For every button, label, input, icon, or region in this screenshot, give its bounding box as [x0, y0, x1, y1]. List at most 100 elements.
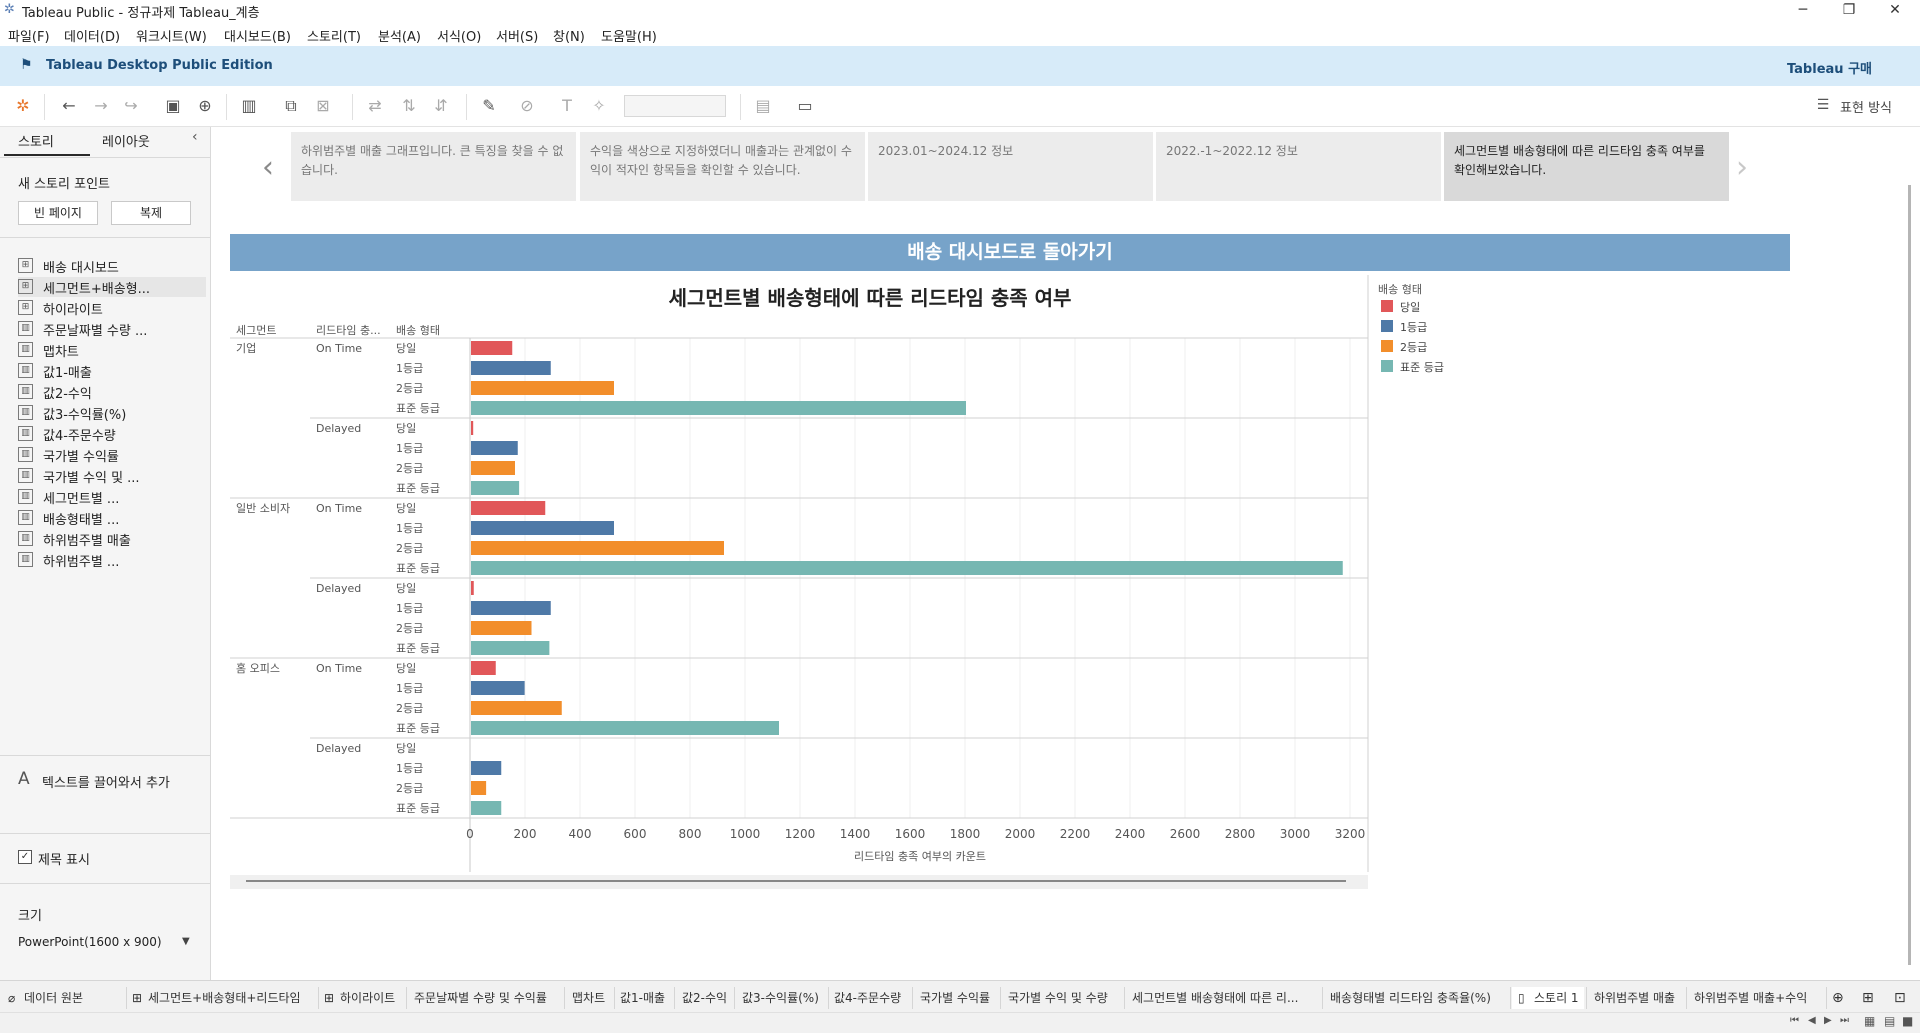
- bar: [471, 481, 520, 495]
- bar: [471, 621, 532, 635]
- bar: [471, 681, 525, 695]
- tab-country-profit-rate[interactable]: 국가별 수익률: [920, 987, 990, 1009]
- bar: [471, 581, 474, 595]
- tab-separator: [614, 987, 615, 1009]
- shipmode-label: 2등급: [396, 622, 423, 635]
- bar: [471, 421, 474, 435]
- bar: [471, 701, 562, 715]
- tab-profit[interactable]: 값2-수익: [682, 987, 727, 1009]
- x-tick-label: 2800: [1225, 827, 1256, 841]
- shipmode-label: 표준 등급: [396, 562, 440, 575]
- leadtime-label: On Time: [316, 662, 362, 675]
- shipmode-label: 1등급: [396, 682, 423, 695]
- shipmode-label: 표준 등급: [396, 642, 440, 655]
- shipmode-label: 1등급: [396, 522, 423, 535]
- nav-prev-icon[interactable]: ◀: [1808, 1015, 1816, 1026]
- tab-country-profit-qty[interactable]: 국가별 수익 및 수량: [1008, 987, 1108, 1009]
- segment-label: 홈 오피스: [236, 661, 280, 675]
- tab-story-1-active[interactable]: ▯ 스토리 1: [1512, 987, 1584, 1009]
- legend-title: 배송 형태: [1378, 283, 1422, 296]
- tab-dashboard-icon: ⊞: [132, 991, 143, 1005]
- tab-segment-shipping[interactable]: 세그먼트+배송형태+리드타임: [148, 987, 301, 1009]
- tab-highlight[interactable]: 하이라이트: [340, 987, 395, 1009]
- legend-swatch: [1381, 300, 1393, 312]
- tab-order-date[interactable]: 주문날짜별 수량 및 수익률: [414, 987, 547, 1009]
- tab-separator: [564, 987, 565, 1009]
- legend-label: 당일: [1400, 301, 1421, 314]
- x-tick-label: 400: [569, 827, 592, 841]
- x-tick-label: 600: [624, 827, 647, 841]
- x-tick-label: 3000: [1280, 827, 1311, 841]
- x-tick-label: 0: [466, 827, 474, 841]
- bar: [471, 661, 496, 675]
- tab-separator: [126, 987, 127, 1009]
- x-tick-label: 2200: [1060, 827, 1091, 841]
- tab-separator: [1686, 987, 1687, 1009]
- bar: [471, 521, 614, 535]
- tab-datasource[interactable]: 데이터 원본: [24, 987, 83, 1009]
- tab-separator: [1510, 987, 1511, 1009]
- nav-first-icon[interactable]: ⏮: [1790, 1015, 1799, 1026]
- tab-separator: [406, 987, 407, 1009]
- nav-last-icon[interactable]: ⏭: [1840, 1015, 1849, 1026]
- tab-separator: [828, 987, 829, 1009]
- bar: [471, 541, 724, 555]
- leadtime-label: Delayed: [316, 422, 361, 435]
- bar: [471, 341, 513, 355]
- tab-map-chart[interactable]: 맵차트: [572, 987, 605, 1009]
- shipmode-label: 당일: [396, 501, 416, 515]
- bar: [471, 641, 550, 655]
- tab-sales[interactable]: 값1-매출: [620, 987, 665, 1009]
- x-tick-label: 800: [679, 827, 702, 841]
- bar: [471, 761, 502, 775]
- horizontal-scroll-track[interactable]: [230, 875, 1368, 889]
- shipmode-label: 2등급: [396, 702, 423, 715]
- tab-separator: [1586, 987, 1587, 1009]
- tab-separator: [1826, 987, 1827, 1009]
- horizontal-scrollbar[interactable]: [246, 880, 1346, 882]
- filmstrip-view-icon[interactable]: ■: [1902, 1014, 1913, 1028]
- new-story-icon[interactable]: ⊡: [1894, 987, 1906, 1009]
- leadtime-label: Delayed: [316, 742, 361, 755]
- new-worksheet-icon[interactable]: ⊕: [1832, 987, 1844, 1009]
- tab-separator: [1124, 987, 1125, 1009]
- new-dashboard-icon[interactable]: ⊞: [1862, 987, 1874, 1009]
- bar: [471, 381, 614, 395]
- legend-label: 표준 등급: [1400, 361, 1444, 374]
- shipmode-label: 당일: [396, 421, 416, 435]
- nav-next-icon[interactable]: ▶: [1824, 1015, 1832, 1026]
- x-tick-label: 1000: [730, 827, 761, 841]
- tab-profit-rate[interactable]: 값3-수익률(%): [742, 987, 819, 1009]
- tab-quantity[interactable]: 값4-주문수량: [834, 987, 901, 1009]
- bar: [471, 361, 551, 375]
- legend-label: 2등급: [1400, 341, 1428, 354]
- vertical-scrollbar[interactable]: [1908, 185, 1911, 965]
- tab-separator: [734, 987, 735, 1009]
- x-tick-label: 1800: [950, 827, 981, 841]
- shipmode-label: 당일: [396, 341, 416, 355]
- tab-subcategory-sales[interactable]: 하위범주별 매출: [1594, 987, 1675, 1009]
- tab-shipmode-rate[interactable]: 배송형태별 리드타임 충족율(%): [1330, 987, 1491, 1009]
- shipmode-label: 1등급: [396, 442, 423, 455]
- tab-subcategory-sales-profit[interactable]: 하위범주별 매출+수익: [1694, 987, 1807, 1009]
- tab-separator: [1000, 987, 1001, 1009]
- shipmode-label: 2등급: [396, 542, 423, 555]
- bar: [471, 801, 502, 815]
- status-bar: ⏮ ◀ ▶ ⏭ ▦ ▤ ■: [0, 1012, 1920, 1033]
- grid-view-icon[interactable]: ▦: [1864, 1014, 1875, 1028]
- x-tick-label: 2400: [1115, 827, 1146, 841]
- list-view-icon[interactable]: ▤: [1884, 1014, 1895, 1028]
- shipmode-label: 표준 등급: [396, 802, 440, 815]
- shipmode-label: 1등급: [396, 762, 423, 775]
- bar: [471, 561, 1343, 575]
- legend-label: 1등급: [1400, 321, 1428, 334]
- shipmode-label: 표준 등급: [396, 722, 440, 735]
- tab-dashboard-icon: ⊞: [324, 991, 335, 1005]
- bar: [471, 501, 546, 515]
- shipmode-label: 2등급: [396, 782, 423, 795]
- shipmode-label: 1등급: [396, 602, 423, 615]
- tab-separator: [1322, 987, 1323, 1009]
- bar: [471, 781, 487, 795]
- tab-segment-leadtime[interactable]: 세그먼트별 배송형태에 따른 리...: [1132, 987, 1298, 1009]
- tab-story-1: 스토리 1: [1534, 991, 1579, 1005]
